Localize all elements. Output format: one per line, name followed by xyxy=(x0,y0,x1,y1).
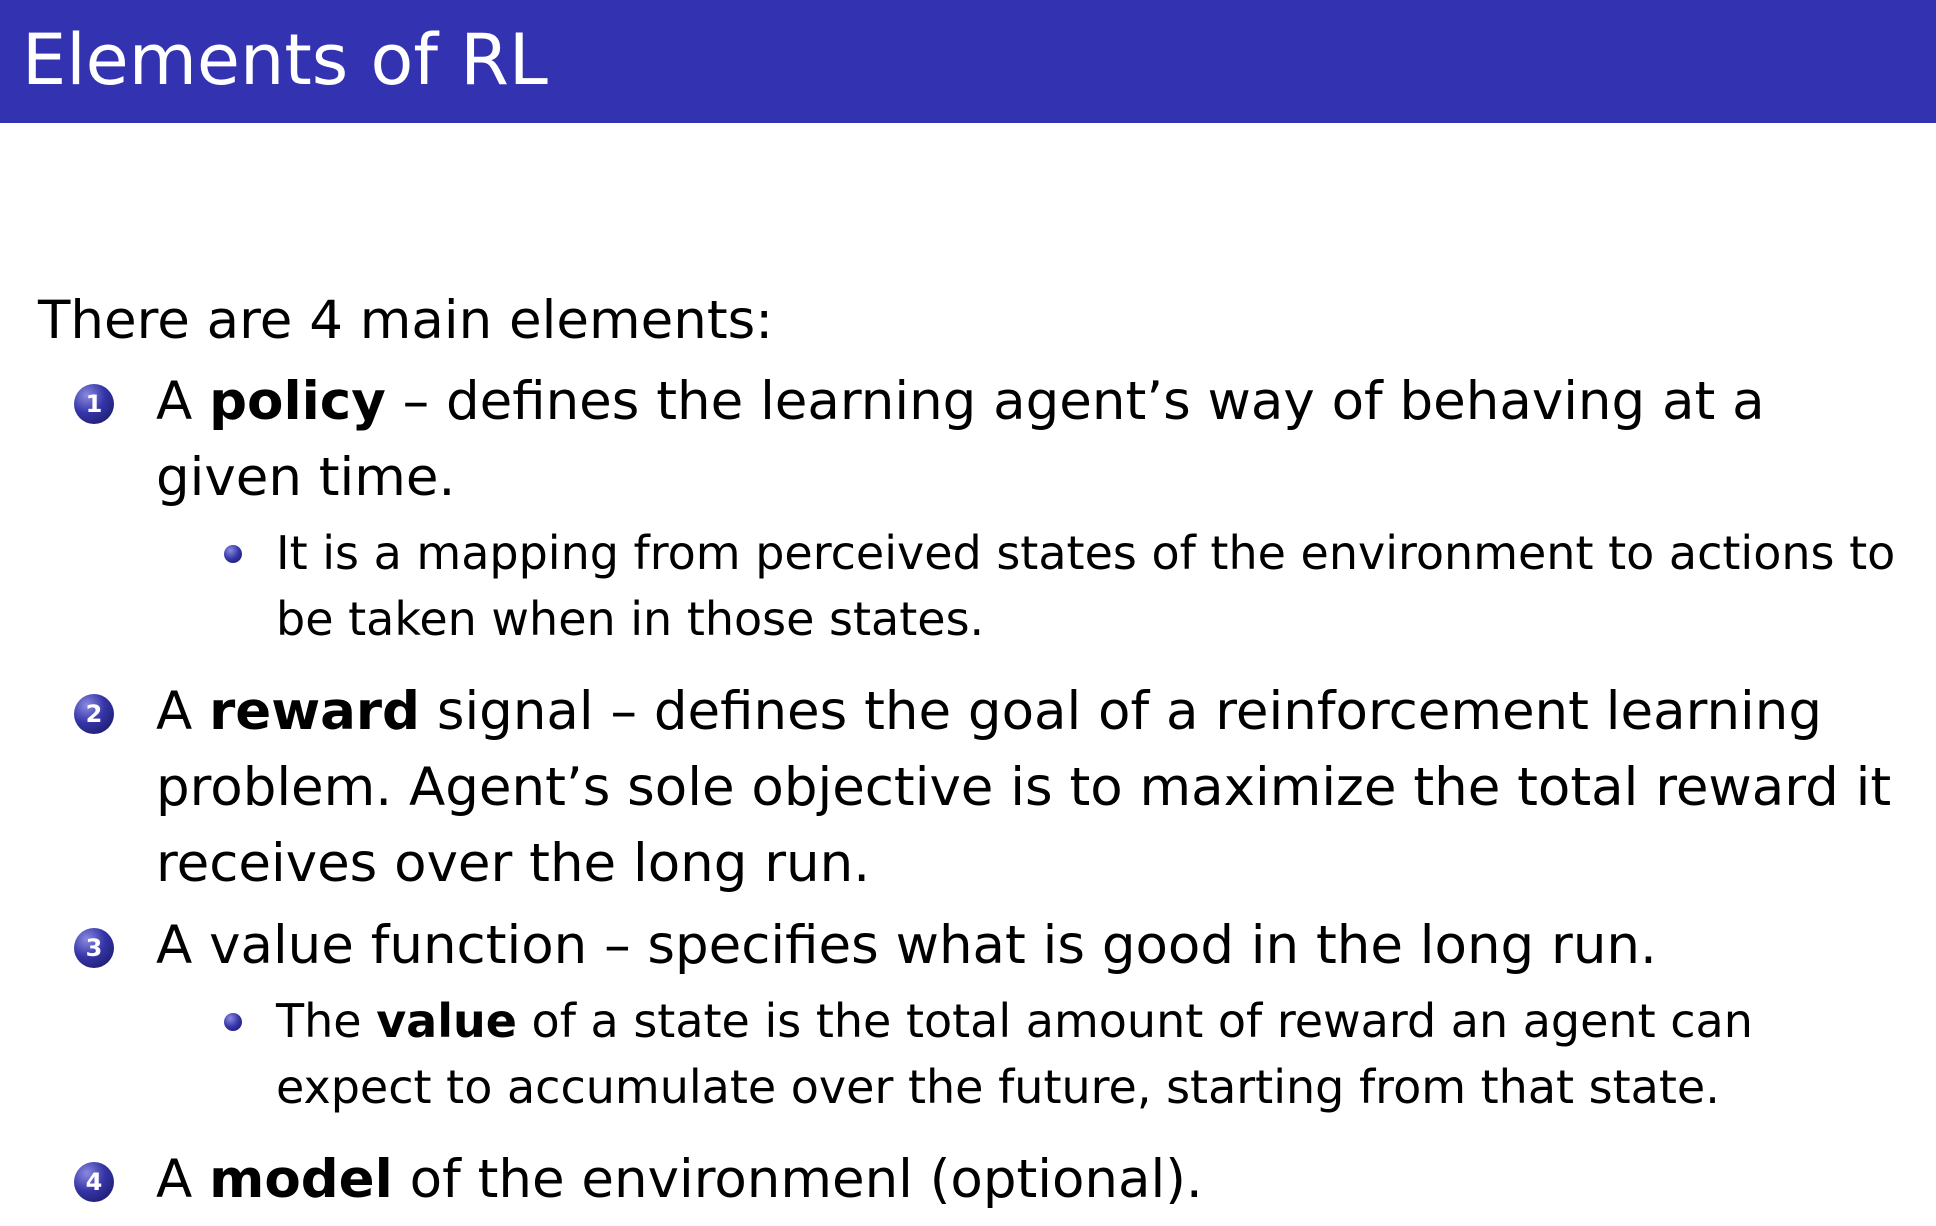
term-policy: policy xyxy=(209,371,386,432)
number-1-icon: 1 xyxy=(74,384,114,424)
term-model: model xyxy=(209,1149,393,1210)
enum-text: A model of the environmenl (optional). xyxy=(156,1149,1203,1210)
sub-text: It is a mapping from perceived states of… xyxy=(276,526,1896,646)
number-3-icon: 3 xyxy=(74,928,114,968)
enum-text: A policy – defines the learning agent’s … xyxy=(156,371,1765,508)
intro-text: There are 4 main elements: xyxy=(38,290,774,351)
sub-text: The value of a state is the total amount… xyxy=(276,994,1753,1114)
sub-item-policy: It is a mapping from perceived states of… xyxy=(38,520,1918,652)
bullet-icon xyxy=(224,545,242,563)
sub-item-value: The value of a state is the total amount… xyxy=(38,988,1918,1120)
enum-item-value-function: 3 A value function – specifies what is g… xyxy=(38,908,1918,984)
slide-header: Elements of RL xyxy=(0,0,1936,123)
number-2-icon: 2 xyxy=(74,694,114,734)
enum-item-policy: 1 A policy – defines the learning agent’… xyxy=(38,364,1918,516)
enum-text: A value function – specifies what is goo… xyxy=(156,915,1657,976)
slide-content: There are 4 main elements: 1 A policy – … xyxy=(38,288,1918,1224)
term-value: value xyxy=(376,994,517,1048)
slide-title: Elements of RL xyxy=(22,19,548,101)
enum-item-model: 4 A model of the environmenl (optional). xyxy=(38,1142,1918,1218)
enum-item-reward: 2 A reward signal – defines the goal of … xyxy=(38,674,1918,902)
number-4-icon: 4 xyxy=(74,1162,114,1202)
term-reward: reward xyxy=(209,681,420,742)
bullet-icon xyxy=(224,1013,242,1031)
enum-text: A reward signal – defines the goal of a … xyxy=(156,681,1892,894)
